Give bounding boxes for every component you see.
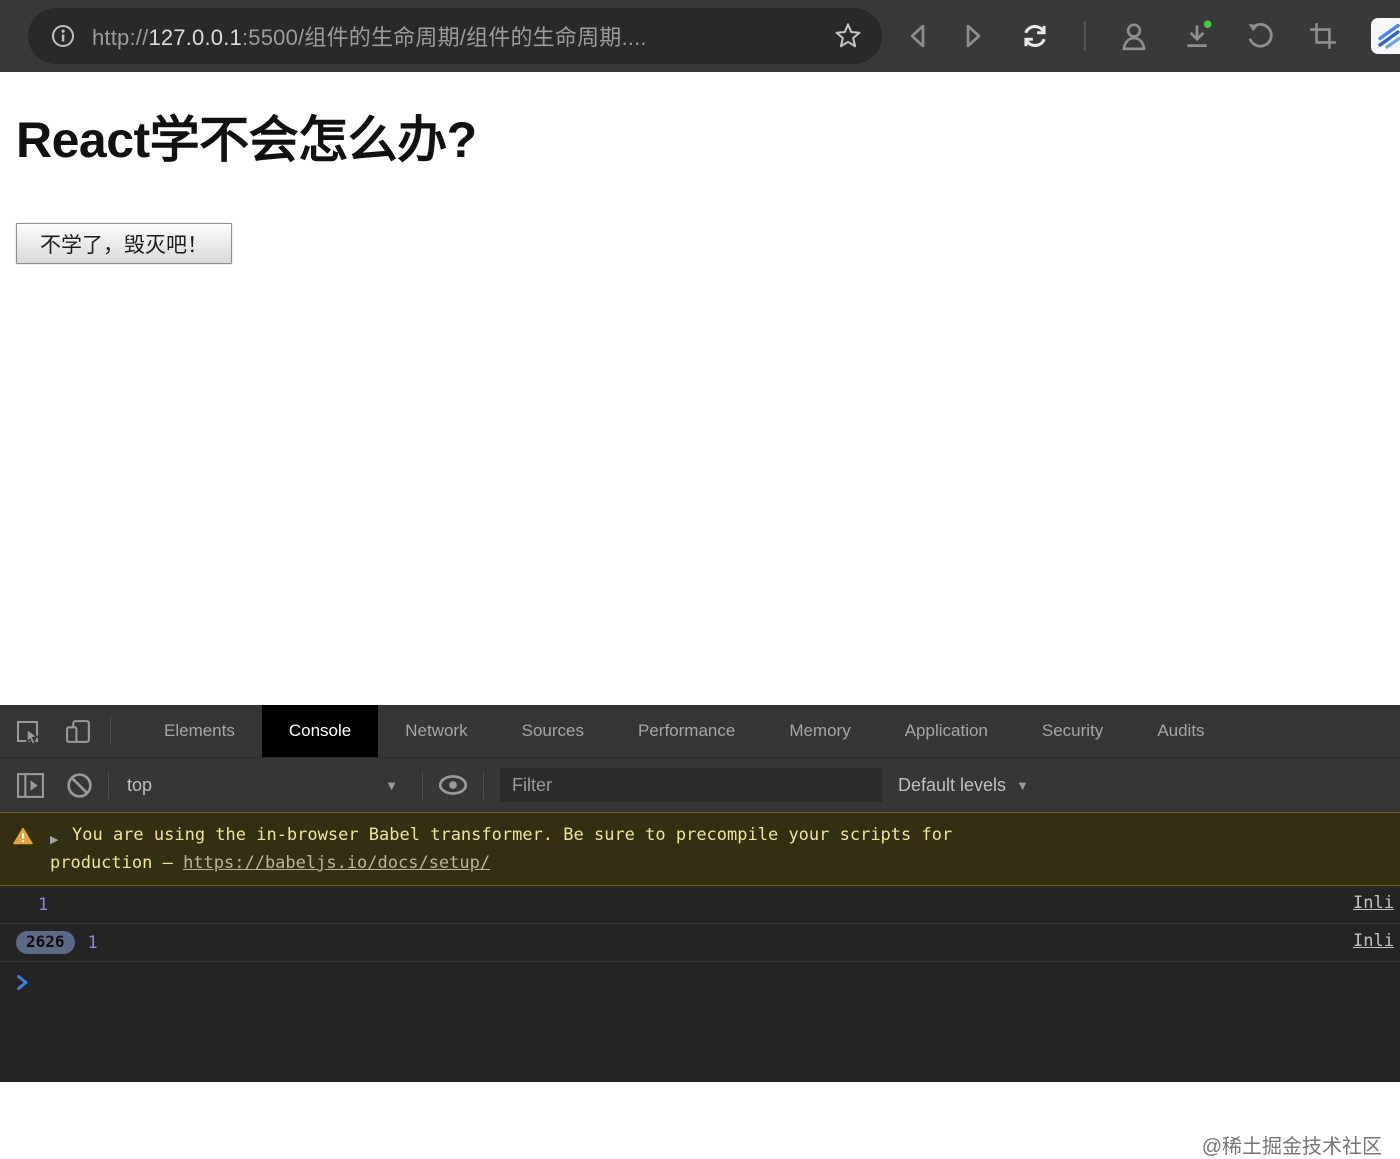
tab-application[interactable]: Application [878, 705, 1015, 757]
browser-nav-icons [905, 0, 1400, 72]
profile-icon[interactable] [1119, 20, 1149, 52]
warning-text-line1: You are using the in-browser Babel trans… [72, 825, 953, 845]
download-icon[interactable] [1182, 20, 1212, 52]
devtools-tabs: Elements Console Network Sources Perform… [137, 705, 1232, 757]
tab-network[interactable]: Network [378, 705, 494, 757]
tab-audits[interactable]: Audits [1130, 705, 1231, 757]
console-warning-row: ▶ You are using the in-browser Babel tra… [0, 812, 1400, 886]
crop-icon[interactable] [1308, 21, 1338, 51]
log-levels-select[interactable]: Default levels ▼ [898, 775, 1029, 796]
tabbar-separator [110, 717, 111, 745]
history-icon[interactable] [1245, 21, 1275, 51]
page-heading: React学不会怎么办? [16, 112, 477, 168]
repeat-count-badge: 2626 [16, 931, 75, 954]
console-log-row: 1 Inli [0, 886, 1400, 924]
download-complete-dot [1203, 20, 1212, 28]
bookmark-star-icon[interactable] [834, 22, 862, 50]
javascript-context-select[interactable]: top ▼ [123, 775, 408, 796]
console-log-row: 2626 1 Inli [0, 924, 1400, 962]
browser-toolbar: http://127.0.0.1:5500/组件的生命周期/组件的生命周期...… [0, 0, 1400, 72]
device-toolbar-icon[interactable] [65, 718, 92, 745]
console-sidebar-icon[interactable] [16, 772, 45, 799]
log-source-link[interactable]: Inli [1353, 931, 1394, 951]
prompt-chevron-icon [16, 974, 29, 991]
tab-memory[interactable]: Memory [762, 705, 877, 757]
log-value: 1 [38, 894, 49, 915]
console-messages: ▶ You are using the in-browser Babel tra… [0, 812, 1400, 1158]
refresh-icon[interactable] [1019, 20, 1051, 52]
warning-text-line2: production – https://babeljs.io/docs/set… [50, 849, 1400, 877]
chevron-down-icon: ▼ [385, 777, 398, 793]
toolbar-separator [108, 771, 109, 799]
watermark: @稀土掘金技术社区 [1201, 1136, 1382, 1158]
devtools-panel: Elements Console Network Sources Perform… [0, 705, 1400, 1158]
log-value: 1 [87, 932, 98, 953]
context-label: top [127, 774, 153, 795]
console-prompt[interactable] [0, 962, 1400, 1002]
toolbar-separator [422, 771, 423, 799]
tab-performance[interactable]: Performance [611, 705, 762, 757]
expand-arrow-icon[interactable]: ▶ [50, 826, 58, 854]
tab-elements[interactable]: Elements [137, 705, 262, 757]
extension-icon[interactable] [1371, 18, 1400, 54]
filter-input[interactable] [500, 768, 882, 802]
back-icon[interactable] [905, 22, 929, 50]
tab-security[interactable]: Security [1015, 705, 1130, 757]
toolbar-separator [1084, 21, 1086, 51]
tab-sources[interactable]: Sources [495, 705, 611, 757]
tab-console[interactable]: Console [261, 705, 379, 757]
url-text: http://127.0.0.1:5500/组件的生命周期/组件的生命周期...… [92, 25, 647, 50]
inspect-element-icon[interactable] [14, 718, 41, 745]
levels-label: Default levels [898, 774, 1007, 795]
address-bar[interactable]: http://127.0.0.1:5500/组件的生命周期/组件的生命周期...… [28, 8, 882, 64]
clear-console-icon[interactable] [65, 771, 94, 800]
toolbar-separator [483, 771, 484, 799]
page-content: React学不会怎么办? 不学了，毁灭吧！ [0, 72, 1400, 705]
devtools-tabbar: Elements Console Network Sources Perform… [0, 705, 1400, 758]
babel-setup-link[interactable]: https://babeljs.io/docs/setup/ [183, 853, 490, 873]
destroy-button[interactable]: 不学了，毁灭吧！ [16, 223, 232, 264]
eye-icon[interactable] [437, 773, 469, 797]
info-icon[interactable] [50, 23, 76, 49]
warning-line2-prefix: production – [50, 853, 184, 873]
forward-icon[interactable] [962, 22, 986, 50]
log-source-link[interactable]: Inli [1353, 893, 1394, 913]
console-toolbar: top ▼ Default levels ▼ [0, 758, 1400, 812]
chevron-down-icon: ▼ [1016, 777, 1029, 793]
warning-icon [13, 826, 33, 854]
